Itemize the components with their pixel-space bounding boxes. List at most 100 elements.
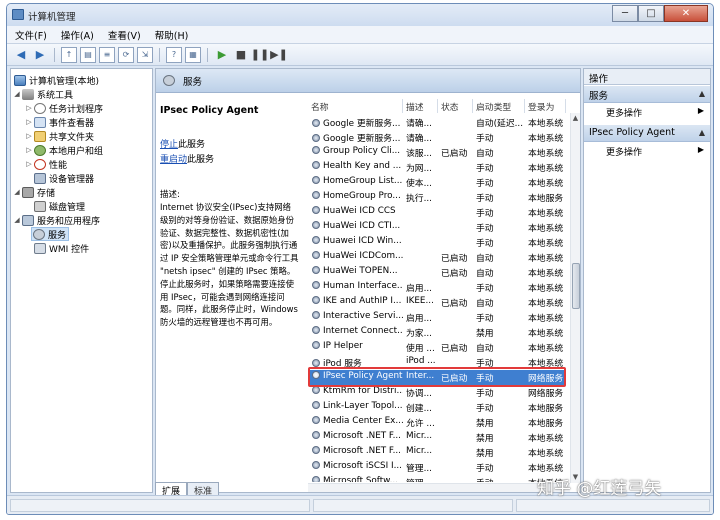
table-row[interactable]: Interactive Servi... 启用... 手动 本地系统	[308, 310, 566, 325]
table-row[interactable]: Human Interface... 启用... 手动 本地系统	[308, 280, 566, 295]
table-row[interactable]: Google 更新服务... 请确... 自动(延迟... 本地系统	[308, 115, 566, 130]
table-row[interactable]: Google 更新服务... 请确... 手动 本地系统	[308, 130, 566, 145]
table-row[interactable]: Internet Connect... 为家... 禁用 本地系统	[308, 325, 566, 340]
performance-icon	[34, 158, 46, 170]
table-row[interactable]: Microsoft .NET F... Micr... 禁用 本地系统	[308, 430, 566, 445]
table-row[interactable]: Group Policy Cli... 该服... 已启动 自动 本地系统	[308, 145, 566, 160]
collapse-up-icon[interactable]: ▲	[699, 89, 705, 98]
table-row[interactable]: HuaWei ICD CCS 手动 本地系统	[308, 205, 566, 220]
service-startup-cell: 禁用	[476, 329, 494, 339]
stop-service-link[interactable]: 停止	[160, 140, 178, 150]
back-arrow-icon[interactable]: ◀	[13, 47, 29, 63]
expand-arrow-icon[interactable]: ▷	[25, 160, 33, 168]
expand-arrow-icon[interactable]: ▷	[25, 118, 33, 126]
column-header-startup-type[interactable]: 启动类型	[473, 99, 525, 113]
column-header-logon-as[interactable]: 登录为	[525, 99, 566, 113]
tree-item-system-tools[interactable]: ◢ 系统工具	[13, 87, 73, 101]
minimize-button[interactable]: ─	[612, 5, 638, 22]
tree-item-wmi-control[interactable]: WMI 控件	[33, 241, 89, 255]
table-row[interactable]: Microsoft iSCSI I... 管理... 手动 本地系统	[308, 460, 566, 475]
shared-folder-icon	[34, 130, 46, 142]
maximize-button[interactable]: □	[638, 5, 664, 22]
menu-view[interactable]: 查看(V)	[108, 28, 141, 42]
table-row[interactable]: iPod 服务 iPod ... 手动 本地系统	[308, 355, 566, 370]
refresh-icon[interactable]: ⟳	[118, 46, 134, 63]
table-row[interactable]: Microsoft .NET F... Micr... 禁用 本地系统	[308, 445, 566, 460]
help-icon[interactable]: ?	[166, 46, 182, 63]
toolbar-separator	[159, 47, 160, 62]
table-row[interactable]: HuaWei ICDCom... 已启动 自动 本地系统	[308, 250, 566, 265]
table-row[interactable]: HomeGroup List... 使本... 手动 本地系统	[308, 175, 566, 190]
table-row[interactable]: Microsoft Softw...管理...手动本地系统	[308, 475, 566, 482]
properties-icon[interactable]: ▦	[185, 46, 201, 63]
table-row[interactable]: KtmRm for Distri... 协调... 手动 网络服务	[308, 385, 566, 400]
column-header-status[interactable]: 状态	[438, 99, 473, 113]
scroll-up-arrow-icon[interactable]: ▲	[571, 114, 580, 123]
table-row[interactable]: HuaWei ICD CTI... 手动 本地系统	[308, 220, 566, 235]
expand-arrow-icon[interactable]: ▷	[25, 146, 33, 154]
up-folder-icon[interactable]: ↑	[61, 46, 77, 63]
vertical-scrollbar[interactable]: ▲ ▼	[570, 113, 580, 483]
tree-item-storage[interactable]: ◢ 存储	[13, 185, 55, 199]
tree-item-device-manager[interactable]: 设备管理器	[33, 171, 94, 185]
close-button[interactable]: ✕	[664, 5, 708, 22]
tree-item-shared-folders[interactable]: ▷ 共享文件夹	[25, 129, 94, 143]
table-row[interactable]: Media Center Ex... 允许 ... 禁用 本地服务	[308, 415, 566, 430]
table-row[interactable]: Link-Layer Topol... 创建... 手动 本地服务	[308, 400, 566, 415]
tab-standard[interactable]: 标准	[187, 482, 220, 497]
stop-service-icon[interactable]: ■	[233, 47, 249, 63]
more-actions-item[interactable]: 更多操作 ▶	[584, 143, 710, 159]
tree-item-computer-management[interactable]: 计算机管理(本地)	[13, 73, 99, 87]
tree-item-event-viewer[interactable]: ▷ 事件查看器	[25, 115, 94, 129]
expand-arrow-icon[interactable]: ▷	[25, 132, 33, 140]
tree-item-label: 计算机管理(本地)	[29, 76, 100, 87]
start-service-icon[interactable]: ▶	[214, 47, 230, 63]
collapse-arrow-icon[interactable]: ◢	[13, 188, 21, 196]
tree-item-services-and-apps[interactable]: ◢ 服务和应用程序	[13, 213, 100, 227]
scrollbar-thumb[interactable]	[572, 263, 580, 309]
pause-service-icon[interactable]: ❚❚	[251, 47, 269, 63]
tab-extended[interactable]: 扩展	[155, 482, 188, 497]
table-row[interactable]: IKE and AuthIP I... IKEE... 已启动 自动 本地系统	[308, 295, 566, 310]
service-logon-cell: 本地服务	[528, 194, 564, 204]
table-row[interactable]: IP Helper 使用 ... 已启动 自动 本地系统	[308, 340, 566, 355]
service-name: Health Key and ...	[323, 161, 402, 171]
users-icon	[34, 144, 46, 156]
table-row[interactable]: Huawei ICD Win... 手动 本地系统	[308, 235, 566, 250]
table-row[interactable]: HomeGroup Pro... 执行... 手动 本地服务	[308, 190, 566, 205]
service-description: Internet 协议安全(IPsec)支持网络级别的对等身份验证、数据原始身份…	[160, 202, 299, 328]
tree-item-task-scheduler[interactable]: ▷ 任务计划程序	[25, 101, 103, 115]
actions-section-ipsec[interactable]: IPsec Policy Agent ▲	[584, 125, 710, 142]
column-header-description[interactable]: 描述	[403, 99, 438, 113]
table-row[interactable]: Health Key and ... 为网... 手动 本地系统	[308, 160, 566, 175]
collapse-arrow-icon[interactable]: ◢	[13, 90, 21, 98]
actions-section-services[interactable]: 服务 ▲	[584, 86, 710, 103]
service-desc-cell: Micr...	[406, 446, 433, 456]
collapse-up-icon[interactable]: ▲	[699, 128, 705, 137]
forward-arrow-icon[interactable]: ▶	[32, 47, 48, 63]
show-hide-tree-icon[interactable]: ▤	[80, 46, 96, 63]
service-startup-cell: 手动	[476, 224, 494, 234]
export-icon[interactable]: ⇲	[137, 46, 153, 63]
menu-action[interactable]: 操作(A)	[61, 28, 94, 42]
column-header-name[interactable]: 名称	[308, 99, 403, 113]
service-desc-cell: 启用...	[406, 284, 432, 294]
tree-item-performance[interactable]: ▷ 性能	[25, 157, 67, 171]
menu-file[interactable]: 文件(F)	[15, 28, 47, 42]
collapse-arrow-icon[interactable]: ◢	[13, 216, 21, 224]
menu-help[interactable]: 帮助(H)	[155, 28, 189, 42]
tree-item-services[interactable]: 服务	[31, 227, 69, 241]
restart-service-link[interactable]: 重启动	[160, 155, 187, 165]
export-list-icon[interactable]: ≡	[99, 46, 115, 63]
restart-service-icon[interactable]: ▶❚	[270, 47, 288, 63]
disk-icon	[34, 200, 46, 212]
tree-item-local-users[interactable]: ▷ 本地用户和组	[25, 143, 103, 157]
tree-item-disk-management[interactable]: 磁盘管理	[33, 199, 85, 213]
service-name: Group Policy Cli...	[323, 146, 401, 156]
table-row[interactable]: IPsec Policy Agent Inter... 已启动 手动 网络服务	[308, 370, 566, 385]
more-actions-item[interactable]: 更多操作 ▶	[584, 104, 710, 120]
table-row[interactable]: HuaWei TOPEN... 已启动 自动 本地系统	[308, 265, 566, 280]
actions-pane: 操作 服务 ▲ 更多操作 ▶ IPsec Policy Agent ▲ 更多操作…	[583, 68, 711, 493]
expand-arrow-icon[interactable]: ▷	[25, 104, 33, 112]
service-name: Microsoft .NET F...	[323, 431, 401, 441]
